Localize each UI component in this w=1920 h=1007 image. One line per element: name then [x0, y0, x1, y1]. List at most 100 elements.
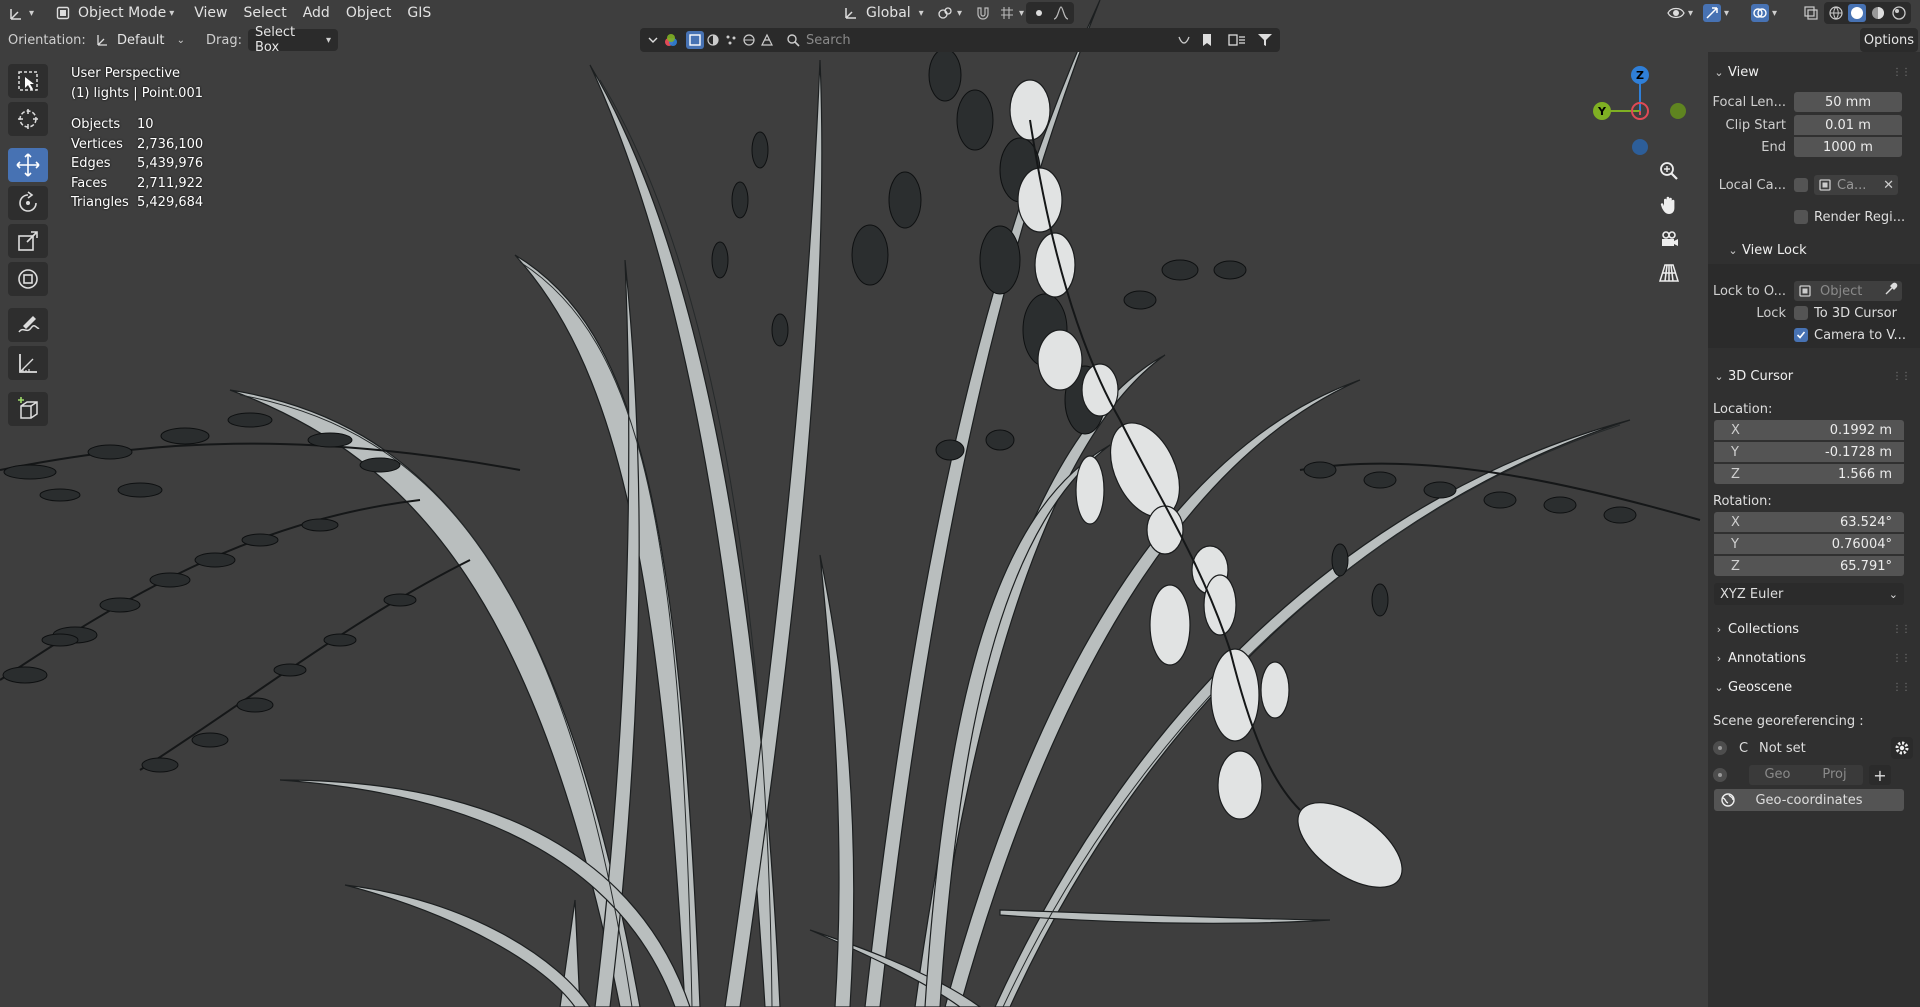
geo-proj-radio[interactable] — [1713, 768, 1727, 782]
hand-icon — [1660, 196, 1675, 214]
annotate-tool[interactable] — [8, 308, 48, 342]
pan-button[interactable] — [1654, 190, 1684, 220]
drag-grip-icon[interactable]: ⋮⋮ — [1892, 371, 1911, 382]
menu-add[interactable]: Add — [295, 2, 338, 24]
scale-tool[interactable] — [8, 224, 48, 258]
panel-title-3d-cursor: 3D Cursor — [1728, 368, 1794, 384]
panel-header-collections[interactable]: › Collections ⋮⋮ — [1710, 615, 1916, 643]
add-cube-tool[interactable] — [8, 392, 48, 426]
orientation-dropdown[interactable]: Default ⌄ — [86, 29, 192, 51]
cursor-rotation-y[interactable]: Y 0.76004° — [1714, 534, 1904, 554]
rendered-shading-icon[interactable] — [1890, 4, 1908, 22]
color-cube-icon[interactable] — [662, 31, 680, 49]
ortho-toggle-button[interactable] — [1654, 258, 1684, 288]
object-mode-icon — [54, 4, 72, 22]
geo-coordinates-button[interactable]: Geo-coordinates — [1714, 789, 1904, 811]
rotation-mode-dropdown[interactable]: XYZ Euler ⌄ — [1714, 583, 1904, 605]
menu-view[interactable]: View — [186, 2, 235, 24]
local-camera-row: Local Ca... Ca... ✕ — [1708, 175, 1920, 195]
drag-grip-icon[interactable]: ⋮⋮ — [1892, 653, 1911, 664]
transform-tool[interactable] — [8, 262, 48, 296]
options-button[interactable]: Options — [1860, 28, 1918, 52]
grid-perspective-icon — [1658, 264, 1680, 282]
filter-icon[interactable] — [1256, 31, 1274, 49]
lock-object-field[interactable]: Object — [1794, 281, 1902, 301]
editor-type-selector[interactable]: ▾ — [0, 2, 38, 24]
local-camera-field[interactable]: Ca... ✕ — [1814, 175, 1898, 195]
proportional-editing-toggle[interactable] — [1026, 2, 1074, 24]
measure-tool[interactable] — [8, 346, 48, 380]
navigation-gizmo[interactable]: Z Y — [1590, 60, 1690, 160]
panel-header-geoscene[interactable]: ⌄ Geoscene ⋮⋮ — [1710, 673, 1916, 701]
overlays-toggle[interactable]: ▾ — [1748, 2, 1780, 24]
drag-grip-icon[interactable]: ⋮⋮ — [1892, 624, 1911, 635]
panel-header-view-lock[interactable]: ⌄ View Lock — [1724, 236, 1914, 264]
sphere-filter-icon[interactable] — [704, 31, 722, 49]
local-camera-checkbox[interactable] — [1794, 178, 1808, 192]
particles-filter-icon[interactable] — [722, 31, 740, 49]
cursor-location-x[interactable]: X 0.1992 m — [1714, 420, 1904, 440]
geo-option[interactable]: Geo — [1749, 765, 1806, 785]
cursor-location-y[interactable]: Y -0.1728 m — [1714, 442, 1904, 462]
mesh-filter-icon[interactable] — [758, 31, 776, 49]
solid-shading-icon[interactable] — [1848, 4, 1866, 22]
transform-orientation-selector[interactable]: Global ▾ — [834, 2, 932, 24]
stat-value: 10 — [137, 117, 154, 133]
select-box-filter-icon[interactable] — [686, 31, 704, 49]
cursor-rotation-z[interactable]: Z 65.791° — [1714, 556, 1904, 576]
crs-radio[interactable] — [1713, 741, 1727, 755]
clip-start-field[interactable]: 0.01 m — [1794, 115, 1902, 135]
chevron-down-icon: ▾ — [1019, 7, 1025, 19]
zoom-button[interactable] — [1654, 156, 1684, 186]
measure-ruler-icon — [19, 354, 37, 373]
to-3d-cursor-checkbox[interactable] — [1794, 306, 1808, 320]
panel-header-annotations[interactable]: › Annotations ⋮⋮ — [1710, 644, 1916, 672]
menu-gis[interactable]: GIS — [399, 2, 439, 24]
snap-grid-icon — [998, 4, 1016, 22]
gizmo-toggle[interactable]: ▾ — [1700, 2, 1732, 24]
camera-to-view-checkbox[interactable] — [1794, 328, 1808, 342]
camera-icon — [1662, 231, 1678, 246]
scene-statistics: Objects 10 Vertices 2,736,100 Edges 5,439,9… — [71, 115, 203, 213]
axis-label: Z — [1731, 466, 1740, 482]
geo-proj-toggle[interactable]: Geo Proj — [1749, 765, 1863, 785]
drag-grip-icon[interactable]: ⋮⋮ — [1892, 682, 1911, 693]
panel-header-3d-cursor[interactable]: ⌄ 3D Cursor ⋮⋮ — [1710, 362, 1916, 390]
panel-title-annotations: Annotations — [1728, 650, 1807, 666]
cursor-location-z[interactable]: Z 1.566 m — [1714, 464, 1904, 484]
mode-selector[interactable]: Object Mode ▾ — [46, 2, 182, 24]
menu-object[interactable]: Object — [338, 2, 400, 24]
focal-length-field[interactable]: 50 mm — [1794, 92, 1902, 112]
close-icon[interactable]: ✕ — [1883, 178, 1894, 193]
add-button[interactable]: + — [1869, 765, 1891, 785]
cursor-rotation-x[interactable]: X 63.524° — [1714, 512, 1904, 532]
chevron-down-icon[interactable] — [644, 31, 662, 49]
wireframe-shading-icon[interactable] — [1827, 4, 1845, 22]
drag-grip-icon[interactable]: ⋮⋮ — [1892, 67, 1911, 78]
globe-filter-icon[interactable] — [740, 31, 758, 49]
clip-end-field[interactable]: 1000 m — [1794, 137, 1902, 157]
geo-coordinates-label: Geo-coordinates — [1755, 792, 1863, 808]
menu-select[interactable]: Select — [236, 2, 295, 24]
eyedropper-icon[interactable] — [1884, 282, 1898, 300]
crs-settings-button[interactable] — [1891, 737, 1913, 759]
pivot-point-selector[interactable]: ▾ — [928, 2, 970, 24]
search-input[interactable]: Search — [806, 33, 851, 48]
cursor-tool[interactable] — [8, 102, 48, 136]
move-tool[interactable] — [8, 148, 48, 182]
axis-label: X — [1731, 422, 1740, 438]
bookmark-icon[interactable] — [1198, 31, 1216, 49]
camera-view-button[interactable] — [1654, 224, 1684, 254]
proj-option[interactable]: Proj — [1806, 765, 1863, 785]
display-mode-icon[interactable] — [1228, 31, 1246, 49]
select-box-tool[interactable] — [8, 64, 48, 98]
render-region-checkbox[interactable] — [1794, 210, 1808, 224]
xray-toggle[interactable] — [1800, 2, 1822, 24]
material-shading-icon[interactable] — [1869, 4, 1887, 22]
curve-filter-icon[interactable] — [1172, 31, 1196, 49]
panel-header-view[interactable]: ⌄ View ⋮⋮ — [1710, 58, 1916, 86]
visibility-selector[interactable]: ▾ — [1664, 2, 1696, 24]
rotate-tool[interactable] — [8, 186, 48, 220]
lock-object-row: Lock to O... Object — [1708, 281, 1920, 301]
drag-dropdown[interactable]: Select Box ▾ — [248, 25, 338, 55]
